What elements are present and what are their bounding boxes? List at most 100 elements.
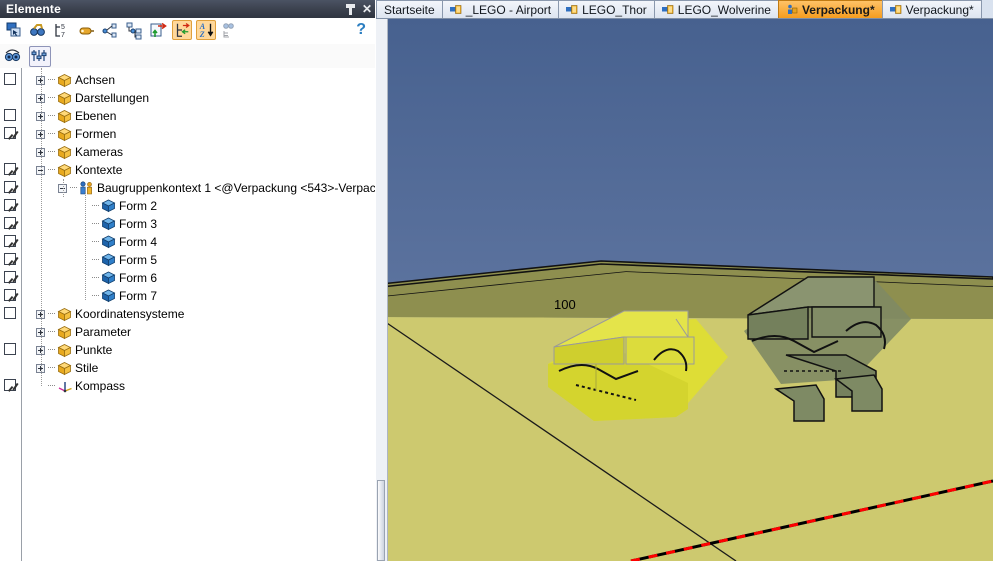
visibility-checkbox[interactable] [4, 271, 16, 283]
tree-item[interactable]: Form 4 [80, 233, 157, 251]
select-mode-icon[interactable] [4, 20, 24, 40]
tree-item[interactable]: Kameras [36, 143, 123, 161]
assembly-context-icon [79, 180, 94, 196]
tree-item-label: Darstellungen [75, 91, 150, 105]
tab-lego-thor[interactable]: LEGO_Thor [558, 0, 655, 18]
pin-icon[interactable] [345, 3, 355, 15]
tree-connector-line [48, 133, 55, 135]
viewport-scrollbar[interactable] [376, 19, 388, 561]
visibility-checkbox[interactable] [4, 73, 16, 85]
export-arrow-icon[interactable] [148, 20, 168, 40]
visibility-checkbox[interactable] [4, 379, 16, 391]
tree-item[interactable]: Koordinatensysteme [36, 305, 184, 323]
tree-item[interactable]: Form 2 [80, 197, 157, 215]
blue-cube-icon [101, 289, 116, 304]
tree-item[interactable]: Achsen [36, 71, 115, 89]
tree-item[interactable]: Form 3 [80, 215, 157, 233]
filter-hidden-icon[interactable] [220, 20, 240, 40]
tree-connector-line [48, 313, 55, 315]
tree-nodes-column: Achsen Darstellungen Ebenen Formen Kameras Ko… [22, 68, 375, 561]
visibility-checkbox[interactable] [4, 343, 16, 355]
tab-startseite[interactable]: Startseite [376, 0, 443, 18]
tab-verpackung[interactable]: Verpackung* [881, 0, 982, 18]
tree-item-label: Form 4 [119, 235, 158, 249]
tree-connector-line [92, 205, 99, 207]
tree-item[interactable]: Parameter [36, 323, 131, 341]
document-icon [449, 4, 462, 15]
visibility-checkbox[interactable] [4, 181, 16, 193]
tree-item-label: Baugruppenkontext 1 <@Verpackung <543>-V… [97, 181, 375, 195]
tree-item-label: Stile [75, 361, 99, 375]
tree-item[interactable]: Formen [36, 125, 116, 143]
tree-item[interactable]: Form 7 [80, 287, 157, 305]
blue-cube-icon [101, 217, 116, 232]
visibility-checkbox[interactable] [4, 163, 16, 175]
tree-connector-line [92, 223, 99, 225]
dimension-label: 100 [554, 297, 576, 312]
blue-cube-icon [101, 235, 116, 250]
tree-item[interactable]: Kontexte [36, 161, 122, 179]
tree-connector-line [48, 385, 55, 387]
relations-graph-icon[interactable] [100, 20, 120, 40]
visibility-checkbox[interactable] [4, 307, 16, 319]
assembly-icon [786, 4, 798, 15]
tab-label: LEGO_Wolverine [677, 2, 771, 17]
svg-text:Z: Z [199, 30, 205, 39]
svg-text:7: 7 [61, 32, 65, 39]
tree-connector-line [48, 151, 55, 153]
visibility-checkbox[interactable] [4, 217, 16, 229]
tree-connector-line [48, 367, 55, 369]
visibility-checkbox[interactable] [4, 289, 16, 301]
visibility-checkbox[interactable] [4, 109, 16, 121]
tree-item[interactable]: Ebenen [36, 107, 116, 125]
tree-item-label: Parameter [75, 325, 132, 339]
tree-connector-line [48, 79, 55, 81]
tree-item[interactable]: Punkte [36, 341, 112, 359]
expand-tree-icon[interactable] [172, 20, 192, 40]
blue-cube-icon [101, 271, 116, 286]
properties-sliders-icon[interactable] [29, 46, 51, 67]
tree-item[interactable]: Form 6 [80, 269, 157, 287]
tree-item-label: Form 5 [119, 253, 158, 267]
tab-label: _LEGO - Airport [465, 2, 552, 17]
viewport-scrollbar-thumb[interactable] [377, 480, 385, 561]
panel-toolbar-secondary [0, 44, 375, 69]
tab-lego-wolverine[interactable]: LEGO_Wolverine [653, 0, 779, 18]
3d-viewport[interactable]: 100 [376, 19, 993, 561]
tree-item[interactable]: Kompass [36, 377, 125, 395]
visibility-checkbox[interactable] [4, 199, 16, 211]
tab-lego-airport[interactable]: _LEGO - Airport [441, 0, 560, 18]
sort-az-icon[interactable]: A Z [196, 20, 216, 40]
tree-connector-line [70, 187, 77, 189]
3d-scene[interactable] [376, 19, 993, 561]
tree-item[interactable]: Darstellungen [36, 89, 149, 107]
elements-panel: Elemente ✕ 5 7 A Z ? Achsen Darstellunge… [0, 0, 375, 561]
visibility-checkbox[interactable] [4, 127, 16, 139]
tree-connector-line [48, 115, 55, 117]
tree-reorder-icon[interactable]: 5 7 [52, 20, 72, 40]
gold-cube-icon [57, 127, 72, 142]
hierarchy-tree-icon[interactable] [124, 20, 144, 40]
label-tag-icon[interactable] [76, 20, 96, 40]
tree-item[interactable]: Baugruppenkontext 1 <@Verpackung <543>-V… [58, 179, 375, 197]
tree-connector-line [92, 277, 99, 279]
panel-toolbar-primary: 5 7 A Z ? [0, 18, 375, 44]
document-icon [889, 4, 902, 15]
gold-cube-icon [57, 73, 72, 88]
document-icon [661, 4, 674, 15]
tree-item-label: Kompass [75, 379, 126, 393]
page-title: Elemente [6, 2, 61, 16]
visibility-checkbox[interactable] [4, 253, 16, 265]
show-all-eyes-icon[interactable] [3, 46, 23, 65]
binoculars-search-icon[interactable] [28, 20, 48, 40]
elements-tree: Achsen Darstellungen Ebenen Formen Kameras Ko… [0, 68, 375, 561]
help-question-icon[interactable]: ? [356, 20, 366, 40]
tree-item[interactable]: Stile [36, 359, 98, 377]
visibility-checkbox[interactable] [4, 235, 16, 247]
tab-verpackung[interactable]: Verpackung* [777, 0, 883, 18]
tab-label: Verpackung* [801, 2, 875, 17]
tree-item[interactable]: Form 5 [80, 251, 157, 269]
tree-connector-line [48, 349, 55, 351]
close-icon[interactable]: ✕ [362, 3, 372, 15]
visibility-checkbox-column [0, 68, 22, 561]
